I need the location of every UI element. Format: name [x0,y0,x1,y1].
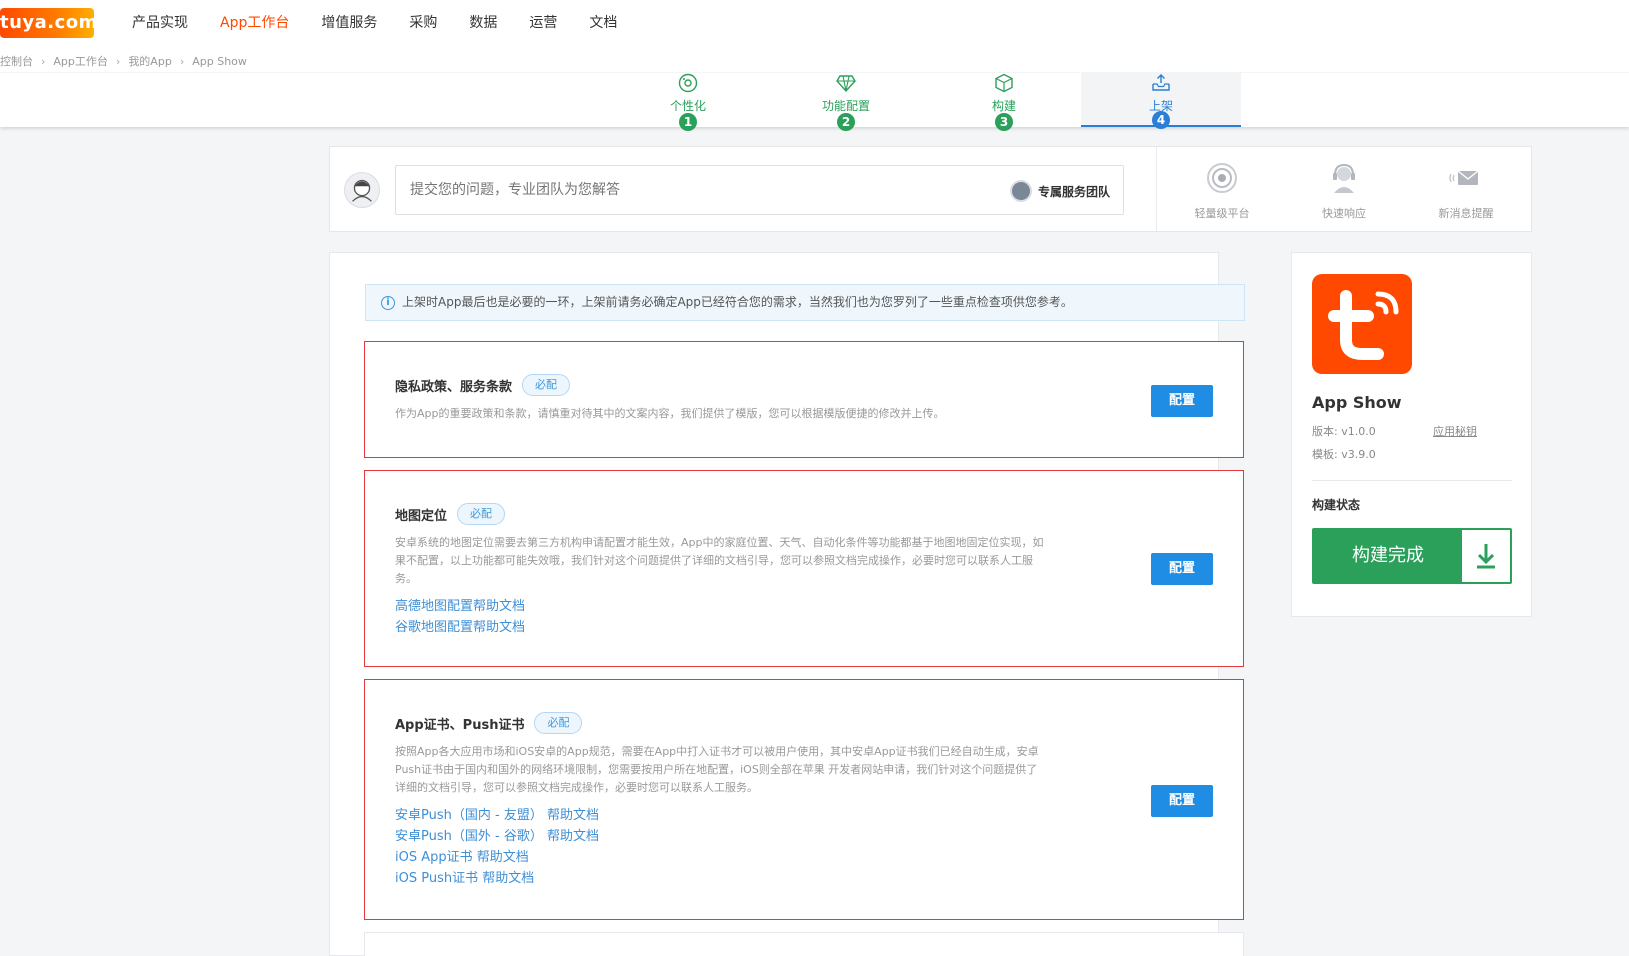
card-title: 地图定位 必配 [395,503,506,525]
feature-lightweight: 轻量级平台 [1172,161,1272,221]
breadcrumb-console[interactable]: 控制台 [0,53,33,69]
step-number: 1 [679,113,697,131]
link-ios-push-cert[interactable]: iOS Push证书 帮助文档 [395,868,599,889]
nav-item-operations[interactable]: 运营 [529,12,557,34]
app-icon [1312,274,1412,374]
user-face-icon [352,179,372,202]
card-description: 按照App各大应用市场和iOS安卓的App规范，需要在App中打入证书才可以被用… [395,745,1039,794]
envelope-icon [1449,170,1479,185]
chevron-right-icon: › [41,54,46,68]
support-box: 专属服务团队 轻量级平台 快速响应 新消息提醒 [329,146,1532,232]
card-title-text: 隐私政策、服务条款 [395,379,513,395]
step-number: 4 [1152,111,1170,129]
nav-item-data[interactable]: 数据 [469,12,497,34]
divider [1156,147,1157,231]
feature-label: 快速响应 [1322,207,1366,220]
app-template-version: 模板: v3.9.0 [1312,448,1376,461]
link-google-map-help[interactable]: 谷歌地图配置帮助文档 [395,617,525,638]
headset-icon [1333,163,1355,193]
cube-icon [995,73,1013,93]
nav-item-app-workbench[interactable]: App工作台 [220,12,289,34]
download-icon[interactable] [1462,530,1510,582]
feature-label: 新消息提醒 [1438,207,1494,220]
breadcrumb: 控制台 › App工作台 › 我的App › App Show [0,53,247,69]
build-complete-label: 构建完成 [1314,530,1462,582]
notice-text: 上架时App最后也是必要的一环，上架前请务必确定App已经符合您的需求，当然我们… [402,295,1073,309]
main-nav: 产品实现 App工作台 增值服务 采购 数据 运营 文档 [132,12,649,34]
app-secret-link[interactable]: 应用秘钥 [1433,423,1477,439]
breadcrumb-current: App Show [192,54,247,68]
card-title-text: 地图定位 [395,508,448,524]
dedicated-team-button[interactable]: 专属服务团队 [1010,180,1110,202]
user-avatar [344,172,380,208]
nav-item-product[interactable]: 产品实现 [132,12,188,34]
chevron-right-icon: › [179,54,185,68]
link-android-push-global[interactable]: 安卓Push（国外 - 谷歌） 帮助文档 [395,826,599,847]
breadcrumb-app-workbench[interactable]: App工作台 [53,53,108,69]
steps-bar: 个性化 1 功能配置 2 构建 3 上架 4 [0,73,1629,131]
chevron-right-icon: › [115,54,121,68]
nav-item-value-added[interactable]: 增值服务 [321,12,377,34]
link-android-push-cn[interactable]: 安卓Push（国内 - 友盟） 帮助文档 [395,805,599,826]
card-privacy-policy: 隐私政策、服务条款 必配 作为App的重要政策和条款，请慎重对待其中的文案内容，… [364,341,1244,458]
divider [1312,480,1512,481]
step-number: 3 [995,113,1013,131]
tuya-t-logo-icon [1328,290,1399,360]
feature-fast-response: 快速响应 [1294,161,1394,221]
feature-new-message: 新消息提醒 [1416,161,1516,221]
palette-icon [678,73,698,93]
step-function-config[interactable]: 功能配置 2 [766,73,926,131]
target-icon [1207,163,1237,193]
feature-label: 轻量级平台 [1194,207,1250,220]
top-nav-bar: tuya.com 产品实现 App工作台 增值服务 采购 数据 运营 文档 控制… [0,0,1629,72]
step-personalize[interactable]: 个性化 1 [608,73,768,131]
configure-button[interactable]: 配置 [1151,785,1213,817]
link-amap-help[interactable]: 高德地图配置帮助文档 [395,596,525,617]
build-status-label: 构建状态 [1312,498,1361,512]
card-title: 隐私政策、服务条款 必配 [395,374,571,396]
help-links: 高德地图配置帮助文档 谷歌地图配置帮助文档 [395,596,525,638]
nav-item-docs[interactable]: 文档 [589,12,617,34]
help-links: 安卓Push（国内 - 友盟） 帮助文档 安卓Push（国外 - 谷歌） 帮助文… [395,805,599,889]
build-complete-button[interactable]: 构建完成 [1312,528,1512,584]
card-description: 安卓系统的地图定位需要去第三方机构申请配置才能生效，App中的家庭位置、天气、自… [395,536,1044,585]
card-certificates: App证书、Push证书 必配 按照App各大应用市场和iOS安卓的App规范，… [364,679,1244,920]
card-description: 作为App的重要政策和条款，请慎重对待其中的文案内容，我们提供了模版，您可以根据… [395,407,945,420]
step-build[interactable]: 构建 3 [924,73,1084,131]
step-number: 2 [837,113,855,131]
step-label: 构建 [991,99,1016,113]
card-title: App证书、Push证书 必配 [395,712,583,734]
card-map-location: 地图定位 必配 安卓系统的地图定位需要去第三方机构申请配置才能生效，App中的家… [364,470,1244,667]
link-ios-app-cert[interactable]: iOS App证书 帮助文档 [395,847,599,868]
app-name: App Show [1312,393,1402,412]
team-label: 专属服务团队 [1038,184,1111,199]
nav-item-purchase[interactable]: 采购 [409,12,437,34]
configure-button[interactable]: 配置 [1151,553,1213,585]
info-icon: i [381,296,395,310]
team-avatar [1010,180,1032,202]
breadcrumb-my-app[interactable]: 我的App [128,53,172,69]
app-info-panel: App Show 版本: v1.0.0 应用秘钥 模板: v3.9.0 构建状态… [1291,252,1532,617]
configure-button[interactable]: 配置 [1151,385,1213,417]
next-card-partial [364,932,1244,956]
diamond-icon [836,75,856,93]
required-badge: 必配 [522,374,571,396]
required-badge: 必配 [534,712,583,734]
required-badge: 必配 [457,503,506,525]
info-notice: i 上架时App最后也是必要的一环，上架前请务必确定App已经符合您的需求，当然… [365,284,1245,321]
step-publish[interactable]: 上架 4 [1081,73,1241,129]
app-version: 版本: v1.0.0 [1312,425,1376,438]
upload-tray-icon [1152,74,1170,91]
step-label: 功能配置 [821,99,870,113]
card-title-text: App证书、Push证书 [395,717,525,733]
step-label: 个性化 [669,99,706,113]
tuya-logo[interactable]: tuya.com [0,8,97,38]
